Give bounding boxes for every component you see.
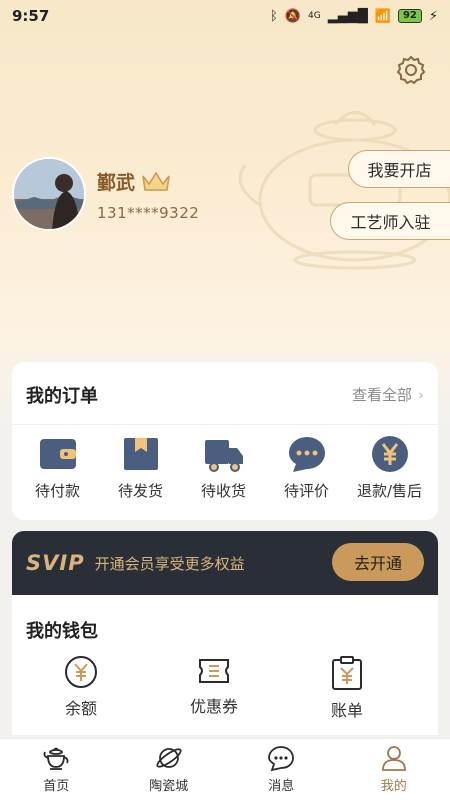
signal-icon: ▂▄▆█ <box>327 8 368 24</box>
teapot-icon <box>43 747 69 770</box>
wallet-title: 我的钱包 <box>26 621 98 642</box>
status-icons: ᛒ 🔕 4G ▂▄▆█ 📶 92 ⚡ <box>270 9 438 24</box>
wallet-label: 优惠券 <box>190 697 239 716</box>
orders-title: 我的订单 <box>26 386 98 407</box>
bottom-navigation: 首页 陶瓷城 消息 我的 <box>0 738 450 800</box>
order-refund[interactable]: 退款/售后 <box>348 434 431 501</box>
wallet-label: 账单 <box>330 701 363 720</box>
craftsman-join-button[interactable]: 工艺师入驻 <box>330 202 450 240</box>
status-time: 9:57 <box>12 7 50 25</box>
orders-card: 我的订单 查看全部 › 待付款 待发货 待收货 待评价 退款/售后 <box>12 362 438 520</box>
status-bar: 9:57 ᛒ 🔕 4G ▂▄▆█ 📶 92 ⚡ <box>0 0 450 32</box>
svip-text: 开通会员享受更多权益 <box>94 554 245 573</box>
order-pending-payment[interactable]: 待付款 <box>16 434 99 501</box>
order-label: 待评价 <box>283 482 329 500</box>
truck-icon <box>204 440 243 472</box>
svip-logo: SVIP <box>26 551 85 575</box>
order-label: 待收货 <box>200 482 246 500</box>
divider <box>12 424 438 425</box>
charging-icon: ⚡ <box>428 8 438 24</box>
order-label: 退款/售后 <box>356 482 423 500</box>
settings-gear-icon[interactable] <box>395 54 427 86</box>
nav-mine[interactable]: 我的 <box>338 739 450 800</box>
teapot-watermark-icon <box>238 111 450 270</box>
order-label: 待发货 <box>117 482 163 500</box>
crown-icon <box>142 171 170 191</box>
wallet-balance[interactable]: 余额 <box>64 655 98 719</box>
view-all-label: 查看全部 <box>351 386 412 404</box>
avatar[interactable] <box>12 157 86 231</box>
chevron-right-icon: › <box>418 385 424 404</box>
yen-icon <box>371 436 408 472</box>
signal-label: 4G <box>308 11 321 21</box>
mute-icon: 🔕 <box>284 8 302 24</box>
wallet-icon <box>39 439 76 469</box>
order-pending-review[interactable]: 待评价 <box>265 434 348 501</box>
chat-icon <box>288 437 325 472</box>
battery-icon: 92 <box>397 9 422 23</box>
view-all-orders-link[interactable]: 查看全部 › <box>352 384 424 405</box>
open-shop-button[interactable]: 我要开店 <box>348 150 450 188</box>
nav-label: 消息 <box>268 779 295 794</box>
svip-banner: SVIP 开通会员享受更多权益 去开通 <box>12 531 438 595</box>
nav-home[interactable]: 首页 <box>0 739 113 800</box>
bill-icon <box>332 656 362 690</box>
nav-label: 我的 <box>380 779 407 794</box>
nav-label: 首页 <box>43 779 70 794</box>
wallet-label: 余额 <box>64 699 97 718</box>
username: 鄞武 <box>97 168 171 195</box>
wallet-coupon[interactable]: 优惠券 <box>190 655 238 717</box>
box-icon <box>123 438 158 470</box>
message-icon <box>268 746 295 772</box>
planet-icon <box>156 748 182 768</box>
nav-ceramics-city[interactable]: 陶瓷城 <box>113 739 226 800</box>
phone-number: 131****9322 <box>97 204 200 222</box>
user-icon <box>381 746 406 771</box>
wifi-icon: 📶 <box>374 8 391 24</box>
username-text: 鄞武 <box>97 172 136 194</box>
svip-activate-button[interactable]: 去开通 <box>332 543 424 581</box>
nav-label: 陶瓷城 <box>149 779 189 794</box>
order-pending-receipt[interactable]: 待收货 <box>182 434 265 501</box>
order-status-row: 待付款 待发货 待收货 待评价 退款/售后 <box>12 434 438 501</box>
bluetooth-icon: ᛒ <box>270 8 278 24</box>
wallet-card: 我的钱包 余额 优惠券 账单 <box>12 595 438 735</box>
order-pending-shipment[interactable]: 待发货 <box>99 434 182 501</box>
wallet-bill[interactable]: 账单 <box>330 655 364 721</box>
order-label: 待付款 <box>34 482 80 500</box>
coupon-icon <box>199 659 229 683</box>
nav-messages[interactable]: 消息 <box>225 739 338 800</box>
yen-circle-icon <box>65 656 97 688</box>
